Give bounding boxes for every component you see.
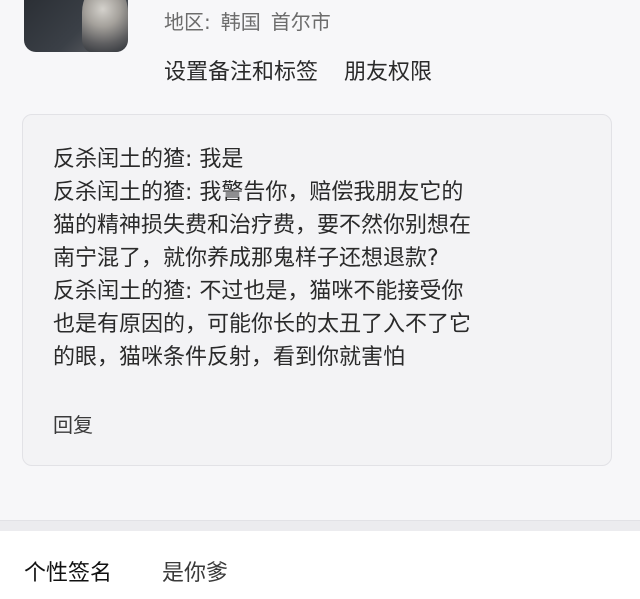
profile-actions: 设置备注和标签 朋友权限 xyxy=(164,52,432,88)
region-city: 首尔市 xyxy=(270,9,331,34)
friend-permissions-link[interactable]: 朋友权限 xyxy=(344,54,432,86)
reply-button[interactable]: 回复 xyxy=(53,409,93,438)
signature-value: 是你爹 xyxy=(162,561,229,586)
set-notes-tags-link[interactable]: 设置备注和标签 xyxy=(164,54,318,86)
region-country: 韩国 xyxy=(220,9,261,34)
wechat-profile-page: 地区: 韩国 首尔市 设置备注和标签 朋友权限 反杀闰土的猹: 我是 反杀闰土的… xyxy=(0,0,640,599)
region-row: 地区: 韩国 首尔市 xyxy=(164,6,331,34)
avatar-photo xyxy=(82,0,128,52)
message-line: 南宁混了，就你养成那鬼样子还想退款? xyxy=(53,246,439,271)
region-label: 地区: xyxy=(164,9,211,34)
message-line: 反杀闰土的猹: 我警告你，赔偿我朋友它的 xyxy=(53,180,464,205)
avatar[interactable] xyxy=(24,0,128,52)
signature-label: 个性签名 xyxy=(24,561,113,586)
message-card: 反杀闰土的猹: 我是 反杀闰土的猹: 我警告你，赔偿我朋友它的 猫的精神损失费和… xyxy=(22,114,612,466)
message-line: 反杀闰土的猹: 我是 xyxy=(53,147,244,172)
message-line: 的眼，猫咪条件反射，看到你就害怕 xyxy=(53,345,406,370)
message-line: 也是有原因的，可能你长的太丑了入不了它 xyxy=(53,312,472,337)
message-line: 猫的精神损失费和治疗费，要不然你别想在 xyxy=(53,213,472,238)
message-line: 反杀闰土的猹: 不过也是，猫咪不能接受你 xyxy=(53,279,464,304)
signature-row[interactable]: 个性签名 是你爹 xyxy=(0,531,640,599)
